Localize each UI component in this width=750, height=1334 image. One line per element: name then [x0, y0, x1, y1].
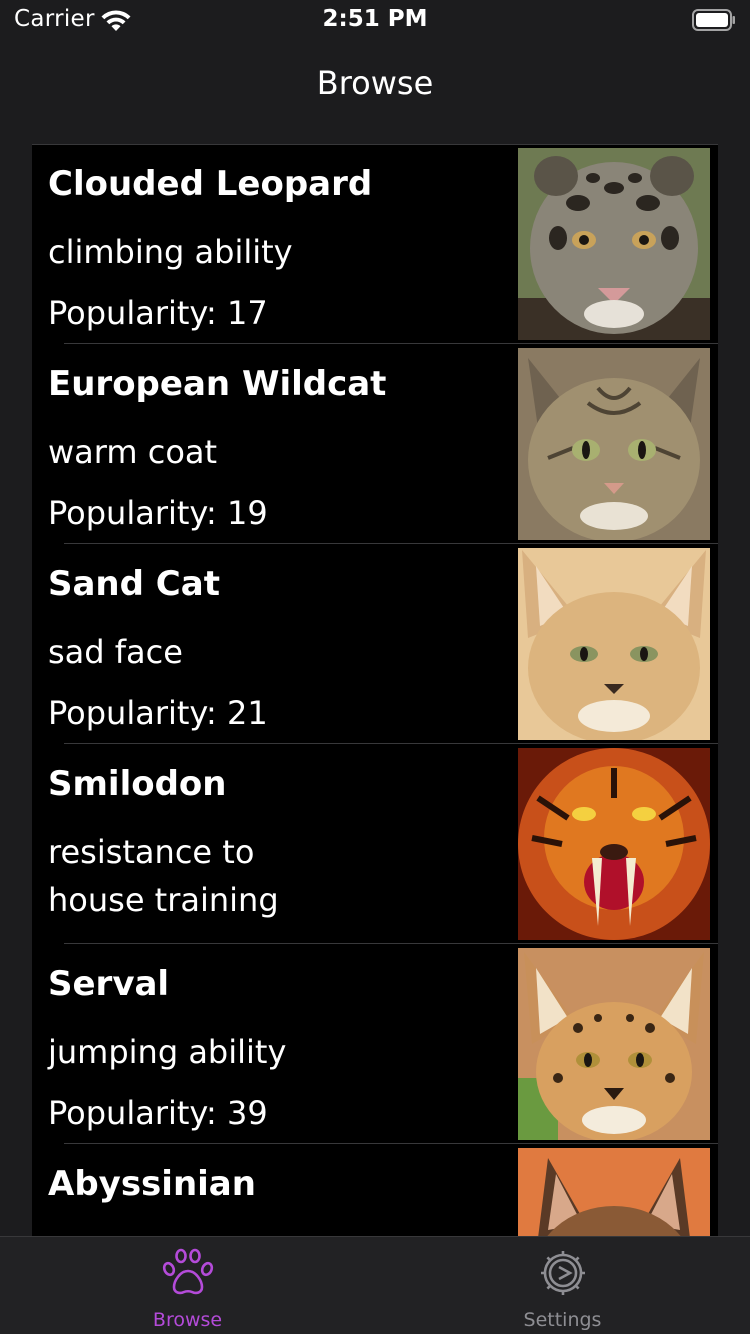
paw-icon	[162, 1247, 214, 1299]
clock-label: 2:51 PM	[322, 6, 428, 32]
tab-browse[interactable]: Browse	[0, 1237, 375, 1334]
cat-name: European Wildcat	[48, 364, 387, 404]
cat-popularity: Popularity: 17	[48, 294, 268, 332]
cat-name: Sand Cat	[48, 564, 220, 604]
gear-icon	[537, 1247, 589, 1299]
cat-feature: resistance to house training	[48, 833, 279, 919]
list-item[interactable]: European Wildcat warm coat Popularity: 1…	[32, 344, 718, 544]
list-item[interactable]: Smilodon resistance to house training	[32, 744, 718, 944]
screen: Carrier 2:51 PM Browse Clouded Leopard c…	[0, 0, 750, 1334]
battery-icon	[692, 9, 736, 31]
cat-name: Smilodon	[48, 764, 227, 804]
tab-settings[interactable]: Settings	[375, 1237, 750, 1334]
tab-browse-label: Browse	[152, 1309, 223, 1331]
cat-name: Abyssinian	[48, 1164, 256, 1204]
cat-name: Clouded Leopard	[48, 164, 373, 204]
cat-list[interactable]: Clouded Leopard climbing ability Popular…	[32, 144, 718, 1236]
cat-popularity: Popularity: 19	[48, 494, 268, 532]
status-bar: Carrier 2:51 PM	[0, 0, 750, 40]
cat-popularity: Popularity: 39	[48, 1094, 268, 1132]
cat-popularity: Popularity: 21	[48, 694, 268, 732]
tab-settings-label: Settings	[523, 1309, 602, 1331]
european-wildcat-photo	[518, 348, 710, 540]
list-item[interactable]: Abyssinian	[32, 1144, 718, 1236]
cat-feature: warm coat	[48, 433, 218, 471]
cat-feature: jumping ability	[48, 1033, 287, 1071]
cat-feature: sad face	[48, 633, 183, 671]
list-item[interactable]: Clouded Leopard climbing ability Popular…	[32, 144, 718, 344]
cat-name: Serval	[48, 964, 170, 1004]
list-top-divider	[32, 144, 718, 145]
sand-cat-photo	[518, 548, 710, 740]
smilodon-photo	[518, 748, 710, 940]
serval-photo	[518, 948, 710, 1140]
tab-bar: Browse Settings	[0, 1236, 750, 1334]
page-title: Browse	[316, 64, 434, 102]
clouded-leopard-photo	[518, 148, 710, 340]
list-item[interactable]: Serval jumping ability Popularity: 39	[32, 944, 718, 1144]
list-item[interactable]: Sand Cat sad face Popularity: 21	[32, 544, 718, 744]
cat-feature: climbing ability	[48, 233, 293, 271]
abyssinian-photo	[518, 1148, 710, 1236]
